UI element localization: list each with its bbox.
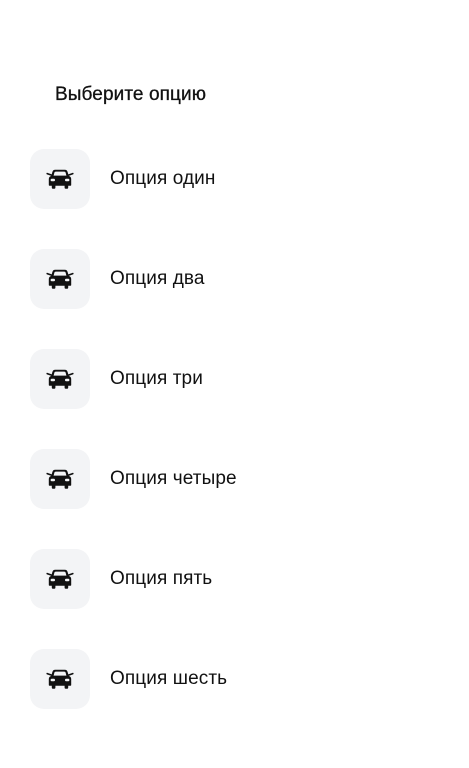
option-icon-tile [30, 249, 90, 309]
option-label: Опция три [110, 368, 203, 389]
option-icon-tile [30, 449, 90, 509]
option-item-5[interactable]: Опция пять [30, 549, 450, 609]
option-icon-tile [30, 549, 90, 609]
options-list: Опция один Опция два Опция три Опция чет… [30, 149, 450, 749]
option-item-4[interactable]: Опция четыре [30, 449, 450, 509]
option-item-2[interactable]: Опция два [30, 249, 450, 309]
option-label: Опция шесть [110, 668, 228, 689]
car-icon [46, 469, 74, 489]
option-item-1[interactable]: Опция один [30, 149, 450, 209]
option-picker-screen: Выберите опцию Опция один Опция два Опци… [0, 0, 469, 768]
car-icon [46, 269, 74, 289]
option-label: Опция четыре [110, 468, 237, 489]
option-icon-tile [30, 349, 90, 409]
car-icon [46, 669, 74, 689]
car-icon [46, 169, 74, 189]
option-item-3[interactable]: Опция три [30, 349, 450, 409]
option-label: Опция пять [110, 568, 213, 589]
option-icon-tile [30, 149, 90, 209]
option-label: Опция один [110, 168, 216, 189]
car-icon [46, 569, 74, 589]
option-item-6[interactable]: Опция шесть [30, 649, 450, 709]
page-title: Выберите опцию [55, 84, 207, 105]
car-icon [46, 369, 74, 389]
option-label: Опция два [110, 268, 205, 289]
option-icon-tile [30, 649, 90, 709]
